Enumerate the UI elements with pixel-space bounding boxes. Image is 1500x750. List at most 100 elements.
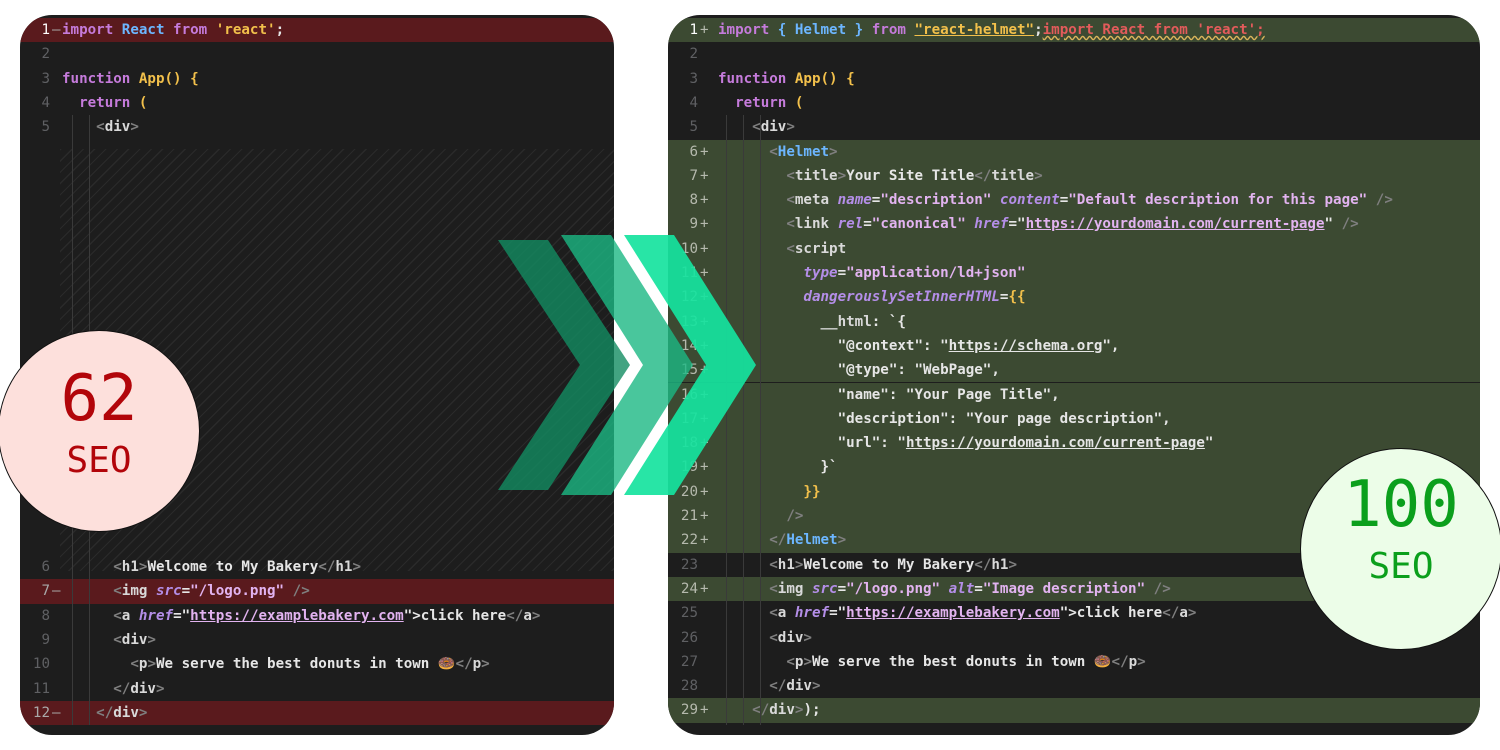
line-number: 4 — [41, 94, 50, 111]
code-token: = — [837, 580, 847, 597]
code-line: 16+ "name": "Your Page Title", — [668, 382, 1480, 407]
code-text: "@context": "https://schema.org", — [718, 334, 1120, 358]
code-token: We serve the best donuts in town 🍩 — [811, 653, 1112, 670]
code-token: div — [760, 119, 787, 136]
code-line: 5 <div> — [20, 115, 614, 139]
line-number: 2 — [689, 46, 698, 63]
code-token: }} — [803, 483, 821, 500]
code-token: < — [769, 556, 778, 573]
code-token: = — [1059, 192, 1069, 209]
code-token: > — [1008, 556, 1018, 573]
code-text: <p>We serve the best donuts in town 🍩</p… — [718, 650, 1145, 674]
code-text: <div> — [62, 115, 139, 139]
line-number: 25 — [680, 605, 698, 622]
code-token: div — [769, 702, 795, 719]
code-line: 11+ type="application/ld+json" — [668, 261, 1480, 286]
code-line: 10 <p>We serve the best donuts in town 🍩… — [20, 652, 614, 676]
code-text: <img src="/logo.png" alt="Image descript… — [718, 577, 1171, 601]
code-token: > — [786, 119, 795, 136]
line-number: 8 — [689, 192, 698, 209]
code-token: link — [794, 216, 838, 233]
code-text: </div> — [62, 677, 164, 701]
code-token: h1 — [335, 559, 353, 575]
code-token: Helmet — [777, 143, 830, 160]
code-token: > — [531, 607, 541, 624]
code-line: 7– <img src="/logo.png" /> — [20, 579, 614, 604]
code-token: > — [1187, 605, 1197, 622]
code-token: }` — [820, 459, 838, 476]
code-token: Welcome to My Bakery — [147, 559, 319, 575]
code-line: 2 — [668, 42, 1480, 66]
code-token: > — [829, 143, 838, 160]
line-number: 6 — [41, 559, 50, 575]
code-token: < — [769, 629, 778, 646]
code-token: function — [62, 70, 139, 87]
code-token: > — [138, 704, 148, 721]
code-token: </ — [455, 656, 473, 673]
code-token: Your Site Title — [846, 167, 975, 184]
code-line: 12– </div> — [20, 700, 614, 726]
code-token: __html — [820, 313, 872, 330]
code-token: > — [1034, 167, 1043, 184]
code-token: Welcome to My Bakery — [803, 556, 975, 573]
code-text: import React from 'react'; — [62, 18, 284, 42]
code-line: 9 + <link rel="canonical" href="https://y… — [668, 212, 1480, 237]
line-number: 26 — [680, 629, 698, 646]
diff-marker: – — [52, 704, 61, 721]
code-line: 4 return ( — [20, 91, 614, 115]
code-token: = — [181, 583, 191, 600]
code-token: content — [999, 192, 1060, 209]
code-token: div — [113, 704, 139, 721]
code-text: <a href="https://examplebakery.com">clic… — [62, 604, 540, 628]
code-line: 2 — [20, 42, 614, 66]
code-text: <div> — [718, 115, 795, 139]
code-token: < — [786, 192, 795, 209]
code-token: type — [803, 265, 838, 281]
code-line: 27 <p>We serve the best donuts in town 🍩… — [668, 650, 1480, 674]
code-token: src — [811, 580, 838, 597]
code-line: 8 <a href="https://examplebakery.com">cl… — [20, 604, 614, 628]
code-token: "/logo.png" — [190, 583, 285, 600]
code-token: function — [718, 70, 795, 87]
line-number: 11 — [32, 680, 50, 697]
code-text: </div> — [62, 701, 147, 725]
code-token: </ — [1111, 653, 1129, 670]
code-text: <div> — [62, 628, 156, 652]
code-line: 6 + <Helmet> — [668, 139, 1480, 164]
code-token: https://yourdomain.com/current-page — [905, 435, 1205, 452]
code-text: function App() { — [62, 67, 199, 91]
diff-marker: + — [700, 508, 709, 524]
code-text: <h1>Welcome to My Bakery</h1> — [62, 555, 361, 579]
code-token: </ — [769, 532, 787, 549]
code-token: {{ — [1008, 289, 1026, 306]
code-line: 11 </div> — [20, 677, 614, 701]
line-number: 9 — [41, 631, 50, 648]
code-token: "name": "Your Page Title", — [837, 386, 1060, 403]
code-token: div — [130, 680, 156, 697]
code-text: <p>We serve the best donuts in town 🍩</p… — [62, 652, 489, 676]
code-text: <Helmet> — [718, 140, 838, 164]
code-token: </ — [318, 559, 336, 575]
code-token: > — [147, 656, 156, 673]
line-number: 4 — [689, 94, 698, 111]
code-text: <div> — [718, 626, 812, 650]
line-number: 28 — [680, 678, 698, 695]
code-token: { Helmet } — [777, 22, 872, 38]
code-token: : `{ — [871, 313, 906, 330]
line-number: 7 — [689, 167, 698, 184]
line-number: 3 — [689, 70, 698, 87]
code-token: return — [718, 94, 795, 111]
diff-marker: – — [52, 583, 61, 600]
code-token: = — [863, 216, 872, 233]
code-line: 8 + <meta name="description" content="Def… — [668, 188, 1480, 213]
code-line: 6 <h1>Welcome to My Bakery</h1> — [20, 555, 614, 579]
line-number: 8 — [41, 607, 50, 624]
line-number: 3 — [41, 70, 50, 87]
code-token: " — [1324, 216, 1334, 233]
